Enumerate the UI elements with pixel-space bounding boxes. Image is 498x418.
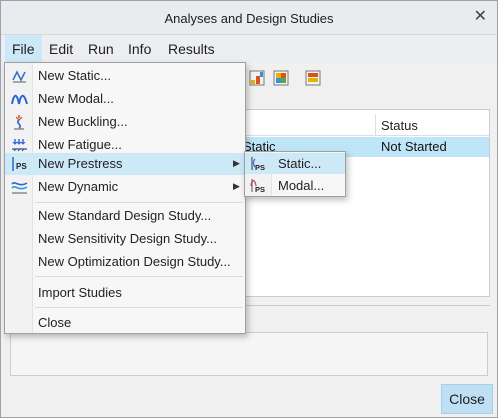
submenu-item-label: Modal... bbox=[278, 178, 325, 193]
submenu-item-modal[interactable]: PS Modal... bbox=[245, 175, 345, 196]
window-title: Analyses and Design Studies bbox=[164, 11, 334, 26]
menu-item-label: New Prestress bbox=[38, 156, 123, 171]
menu-separator bbox=[35, 307, 243, 308]
static-analysis-icon bbox=[11, 68, 28, 84]
menu-item-label: New Sensitivity Design Study... bbox=[38, 231, 217, 246]
modal-analysis-icon bbox=[11, 91, 28, 107]
prestress-modal-icon: PS bbox=[249, 177, 268, 194]
menu-item-label: New Optimization Design Study... bbox=[38, 254, 231, 269]
prestress-analysis-icon: PS bbox=[11, 156, 28, 172]
toolbar-review-icon[interactable] bbox=[271, 68, 291, 88]
column-divider[interactable] bbox=[375, 114, 376, 136]
close-button[interactable]: Close bbox=[441, 384, 493, 414]
window-close-icon[interactable]: ✕ bbox=[474, 9, 487, 25]
menu-item-new-dynamic[interactable]: New Dynamic ▶ bbox=[5, 176, 245, 198]
menu-item-label: New Modal... bbox=[38, 91, 114, 106]
menu-item-import-studies[interactable]: Import Studies bbox=[5, 282, 245, 304]
menu-separator bbox=[35, 202, 243, 203]
prestress-static-icon: PS bbox=[249, 155, 268, 172]
dynamic-analysis-icon bbox=[11, 179, 28, 195]
menu-item-new-buckling[interactable]: New Buckling... bbox=[5, 111, 245, 133]
menu-item-label: New Fatigue... bbox=[38, 137, 122, 152]
file-menu: New Static... New Modal... New Buckling.… bbox=[4, 62, 246, 334]
title-bar: Analyses and Design Studies ✕ bbox=[1, 1, 497, 35]
menu-item-close[interactable]: Close bbox=[5, 312, 245, 334]
menu-item-new-prestress[interactable]: PS New Prestress ▶ bbox=[5, 153, 245, 175]
toolbar-results-icon[interactable] bbox=[247, 68, 267, 88]
ps-badge-text: PS bbox=[255, 185, 265, 194]
menu-file[interactable]: File bbox=[5, 35, 42, 63]
svg-text:PS: PS bbox=[16, 162, 27, 171]
submenu-arrow-icon: ▶ bbox=[233, 181, 240, 191]
ps-badge-text: PS bbox=[255, 163, 265, 172]
menu-item-new-sensitivity-design-study[interactable]: New Sensitivity Design Study... bbox=[5, 228, 245, 250]
fatigue-analysis-icon bbox=[11, 137, 28, 153]
submenu-item-label: Static... bbox=[278, 156, 322, 171]
menu-item-label: Import Studies bbox=[38, 285, 122, 300]
menu-item-new-optimization-design-study[interactable]: New Optimization Design Study... bbox=[5, 251, 245, 273]
menu-item-label: New Standard Design Study... bbox=[38, 208, 212, 223]
prestress-submenu: PS Static... PS Modal... bbox=[244, 151, 346, 197]
menu-run[interactable]: Run bbox=[81, 35, 121, 63]
info-text-area bbox=[10, 332, 488, 376]
menu-results[interactable]: Results bbox=[161, 35, 222, 63]
menu-item-new-standard-design-study[interactable]: New Standard Design Study... bbox=[5, 205, 245, 227]
menu-item-label: New Buckling... bbox=[38, 114, 128, 129]
menu-item-new-static[interactable]: New Static... bbox=[5, 65, 245, 87]
menu-edit[interactable]: Edit bbox=[42, 35, 80, 63]
menu-item-label: Close bbox=[38, 315, 72, 330]
menu-info[interactable]: Info bbox=[121, 35, 158, 63]
menu-item-label: New Dynamic bbox=[38, 179, 119, 194]
submenu-arrow-icon: ▶ bbox=[233, 158, 240, 168]
toolbar-display-icon[interactable] bbox=[303, 68, 323, 88]
menu-separator bbox=[35, 276, 243, 277]
buckling-analysis-icon bbox=[11, 114, 28, 130]
menu-item-label: New Static... bbox=[38, 68, 111, 83]
menu-item-new-modal[interactable]: New Modal... bbox=[5, 88, 245, 110]
submenu-item-static[interactable]: PS Static... bbox=[245, 153, 345, 174]
column-header-status[interactable]: Status bbox=[381, 118, 418, 133]
row-status: Not Started bbox=[381, 139, 447, 154]
menu-bar: File Edit Run Info Results bbox=[1, 35, 497, 63]
